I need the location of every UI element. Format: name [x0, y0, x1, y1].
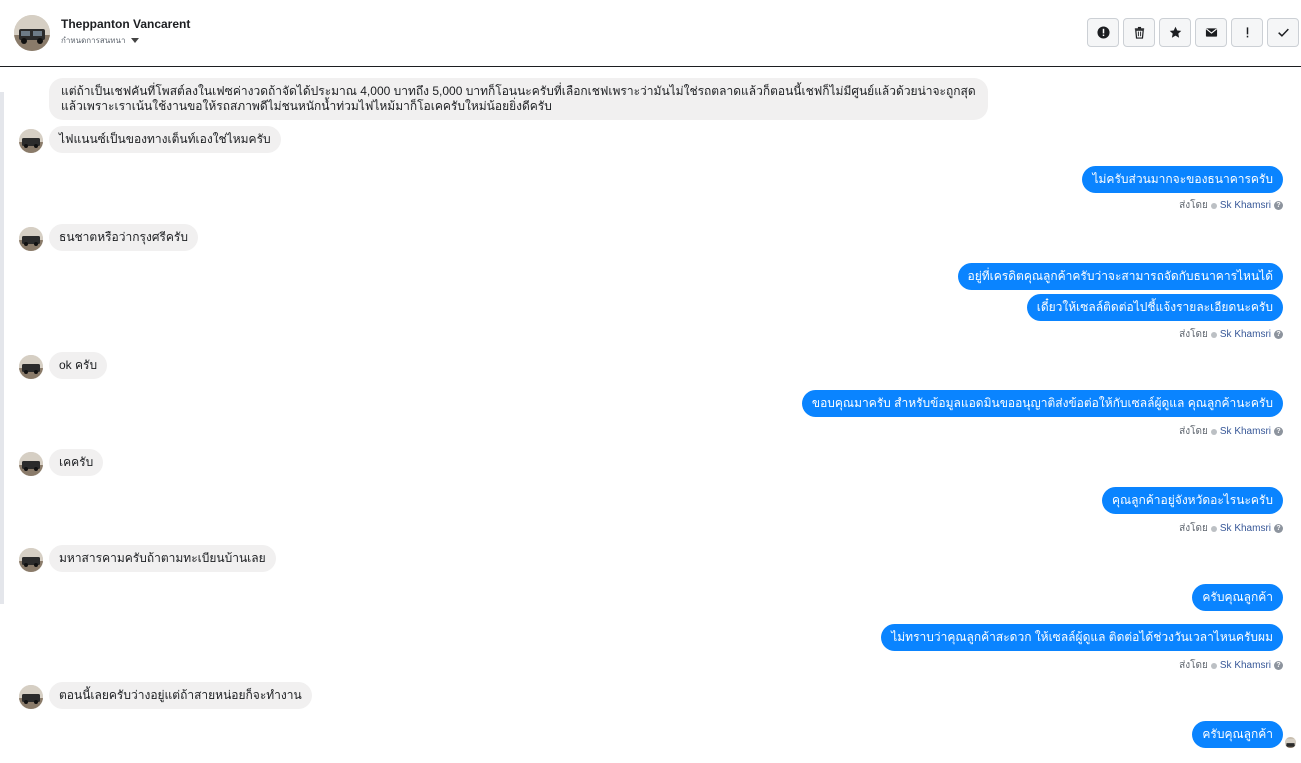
message-bubble-incoming[interactable]: ok ครับ [49, 352, 108, 379]
star-icon [1169, 26, 1181, 38]
message-text: ไฟแนนซ์เป็นของทางเต็นท์เองใช่ไหมครับ [59, 132, 271, 146]
sent-by-prefix: ส่งโดย [1179, 660, 1208, 671]
sent-by-prefix: ส่งโดย [1179, 200, 1208, 211]
message-bubble-outgoing[interactable]: ขอบคุณมาครับ สำหรับข้อมูลแอดมินขออนุญาติ… [801, 390, 1283, 417]
sent-by-agent[interactable]: Sk Khamsri [1220, 523, 1271, 534]
star-button[interactable] [1159, 18, 1191, 47]
message-text: ขอบคุณมาครับ สำหรับข้อมูลแอดมินขออนุญาติ… [811, 396, 1273, 410]
sent-by-agent[interactable]: Sk Khamsri [1220, 329, 1271, 340]
message-bubble-incoming[interactable]: เคครับ [49, 449, 104, 476]
mark-unread-button[interactable] [1195, 18, 1227, 47]
message-bubble-outgoing[interactable]: ไม่ทราบว่าคุณลูกค้าสะดวก ให้เซลล์ผู้ดูแล… [881, 624, 1283, 651]
message-bubble-incoming[interactable]: ตอนนี้เลยครับว่างอยู่แต่ถ้าสายหน่อยก็จะท… [49, 682, 312, 709]
message-bubble-incoming[interactable]: ธนชาตหรือว่ากรุงศรีครับ [49, 224, 198, 251]
message-bubble-incoming[interactable]: แต่ถ้าเป็นเชฟคันที่โพสต์ลงในเฟซค่างวดถ้า… [49, 78, 988, 120]
contact-photo-icon [19, 685, 43, 709]
message-text: เคครับ [59, 455, 94, 469]
message-text: ok ครับ [59, 358, 98, 372]
contact-photo-icon [19, 548, 43, 572]
chevron-down-icon [130, 38, 139, 43]
sender-avatar[interactable] [19, 227, 43, 251]
message-bubble-outgoing[interactable]: อยู่ที่เครดิตคุณลูกค้าครับว่าจะสามารถจัด… [957, 263, 1283, 290]
message-text: มหาสารคามครับถ้าตามทะเบียนบ้านเลย [59, 551, 266, 565]
help-icon[interactable]: ? [1274, 201, 1283, 210]
sent-by-label: ส่งโดย Sk Khamsri ? [1179, 198, 1283, 213]
contact-photo-icon [19, 452, 43, 476]
message-bubble-outgoing[interactable]: ครับคุณลูกค้า [1192, 721, 1283, 748]
agent-dot-icon [1210, 428, 1217, 435]
message-bubble-outgoing[interactable]: คุณลูกค้าอยู่จังหวัดอะไรนะครับ [1102, 487, 1283, 514]
report-icon [1096, 26, 1110, 39]
mail-icon [1205, 28, 1217, 37]
contact-photo-icon [1285, 739, 1296, 748]
sender-avatar[interactable] [19, 452, 43, 476]
assign-label: กำหนดการสนทนา [61, 36, 126, 45]
sent-by-agent[interactable]: Sk Khamsri [1220, 426, 1271, 437]
message-text: ธนชาตหรือว่ากรุงศรีครับ [59, 230, 188, 244]
agent-dot-icon [1210, 662, 1217, 669]
message-bubble-outgoing[interactable]: เดี๋ยวให้เซลล์ติดต่อไปชี้แจ้งรายละเอียดน… [1026, 294, 1283, 321]
message-text: แต่ถ้าเป็นเชฟคันที่โพสต์ลงในเฟซค่างวดถ้า… [61, 84, 976, 98]
help-icon[interactable]: ? [1274, 661, 1283, 670]
message-text: ครับคุณลูกค้า [1202, 727, 1273, 741]
message-text: อยู่ที่เครดิตคุณลูกค้าครับว่าจะสามารถจัด… [967, 269, 1273, 283]
mark-done-button[interactable] [1267, 18, 1299, 47]
sent-by-agent[interactable]: Sk Khamsri [1220, 200, 1271, 211]
sender-avatar[interactable] [19, 685, 43, 709]
action-toolbar [1087, 18, 1299, 47]
contact-photo-icon [19, 355, 43, 379]
sent-by-label: ส่งโดย Sk Khamsri ? [1179, 521, 1283, 536]
message-thread: แต่ถ้าเป็นเชฟคันที่โพสต์ลงในเฟซค่างวดถ้า… [0, 67, 1301, 763]
message-bubble-incoming[interactable]: ไฟแนนซ์เป็นของทางเต็นท์เองใช่ไหมครับ [49, 126, 281, 153]
sent-by-label: ส่งโดย Sk Khamsri ? [1179, 658, 1283, 673]
contact-photo-icon [19, 129, 43, 153]
message-text: เดี๋ยวให้เซลล์ติดต่อไปชี้แจ้งรายละเอียดน… [1036, 300, 1273, 314]
message-text: คุณลูกค้าอยู่จังหวัดอะไรนะครับ [1112, 493, 1273, 507]
contact-photo-icon [14, 15, 50, 51]
sent-by-label: ส่งโดย Sk Khamsri ? [1179, 424, 1283, 439]
sender-avatar[interactable] [19, 548, 43, 572]
flag-button[interactable] [1231, 18, 1263, 47]
sent-by-label: ส่งโดย Sk Khamsri ? [1179, 327, 1283, 342]
conversation-header: Theppanton Vancarent กำหนดการสนทนา [0, 0, 1301, 67]
assign-conversation-dropdown[interactable]: กำหนดการสนทนา [61, 34, 139, 47]
sent-by-prefix: ส่งโดย [1179, 426, 1208, 437]
sender-avatar[interactable] [19, 355, 43, 379]
help-icon[interactable]: ? [1274, 524, 1283, 533]
trash-icon [1134, 26, 1144, 39]
agent-dot-icon [1210, 202, 1217, 209]
exclamation-icon [1246, 27, 1248, 38]
report-button[interactable] [1087, 18, 1119, 47]
check-icon [1277, 28, 1289, 37]
read-receipt-avatar [1285, 737, 1296, 748]
delete-button[interactable] [1123, 18, 1155, 47]
sent-by-prefix: ส่งโดย [1179, 329, 1208, 340]
message-text: ครับคุณลูกค้า [1202, 590, 1273, 604]
agent-dot-icon [1210, 331, 1217, 338]
message-text: แล้วเพราะเราเน้นใช้งานขอให้รถสภาพดีไม่ชน… [61, 99, 552, 113]
sent-by-agent[interactable]: Sk Khamsri [1220, 660, 1271, 671]
help-icon[interactable]: ? [1274, 330, 1283, 339]
contact-avatar[interactable] [14, 15, 50, 51]
message-bubble-outgoing[interactable]: ไม่ครับส่วนมากจะของธนาคารครับ [1082, 166, 1283, 193]
message-text: ไม่ครับส่วนมากจะของธนาคารครับ [1092, 172, 1273, 186]
sent-by-prefix: ส่งโดย [1179, 523, 1208, 534]
message-text: ไม่ทราบว่าคุณลูกค้าสะดวก ให้เซลล์ผู้ดูแล… [891, 630, 1273, 644]
agent-dot-icon [1210, 525, 1217, 532]
sender-avatar[interactable] [19, 129, 43, 153]
message-text: ตอนนี้เลยครับว่างอยู่แต่ถ้าสายหน่อยก็จะท… [59, 688, 302, 702]
message-bubble-incoming[interactable]: มหาสารคามครับถ้าตามทะเบียนบ้านเลย [49, 545, 276, 572]
contact-photo-icon [19, 227, 43, 251]
message-bubble-outgoing[interactable]: ครับคุณลูกค้า [1192, 584, 1283, 611]
contact-name[interactable]: Theppanton Vancarent [61, 17, 190, 31]
help-icon[interactable]: ? [1274, 427, 1283, 436]
